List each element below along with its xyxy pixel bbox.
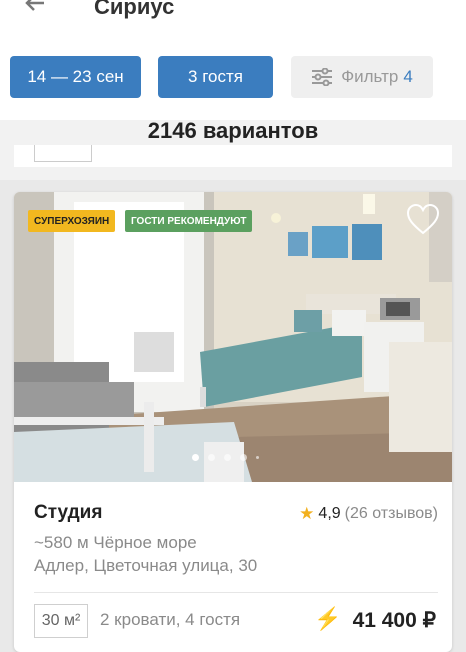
filter-button[interactable]: Фильтр 4 [291, 56, 433, 98]
listing-rating: ★ 4,9 (26 отзывов) [299, 504, 438, 524]
rating-value: 4,9 [318, 505, 341, 522]
superhost-badge: СУПЕРХОЗЯИН [28, 210, 116, 232]
filter-count: 4 [403, 67, 413, 86]
lightning-icon: ⚡ [314, 606, 342, 631]
divider [34, 592, 438, 593]
room-photo [14, 192, 452, 482]
photo-dot[interactable] [256, 456, 259, 459]
top-bar: Сириус 14 — 23 сен 3 гостя Фильтр 4 [0, 0, 466, 120]
back-arrow-icon[interactable] [22, 0, 48, 16]
photo-dot[interactable] [240, 454, 247, 461]
previous-listing-area-box [34, 145, 92, 162]
results-count: 2146 вариантов [147, 118, 319, 143]
listing-card[interactable]: СУПЕРХОЗЯИН ГОСТИ РЕКОМЕНДУЮТ Студия ★ 4… [14, 192, 452, 652]
distance-to-sea: ~580 м Чёрное море [34, 533, 197, 552]
star-icon: ★ [299, 504, 315, 523]
listing-photo[interactable]: СУПЕРХОЗЯИН ГОСТИ РЕКОМЕНДУЮТ [14, 192, 452, 482]
previous-listing-card[interactable] [14, 145, 452, 167]
reviews-count[interactable]: (26 отзывов) [345, 505, 438, 523]
heart-icon[interactable] [406, 204, 440, 236]
filter-label: Фильтр 4 [341, 67, 413, 86]
filter-sliders-icon [312, 68, 333, 86]
photo-dot[interactable] [224, 454, 231, 461]
listing-address: Адлер, Цветочная улица, 30 [34, 556, 258, 575]
beds-guests: 2 кровати, 4 гостя [100, 610, 241, 629]
guests-button[interactable]: 3 гостя [158, 56, 273, 98]
guests-recommend-badge: ГОСТИ РЕКОМЕНДУЮТ [125, 210, 253, 232]
page-title: Сириус [94, 0, 175, 19]
listing-name: Студия [34, 502, 103, 523]
listing-price: 41 400 ₽ [352, 609, 436, 632]
photo-dot[interactable] [208, 454, 215, 461]
photo-pagination [192, 454, 259, 461]
dates-button[interactable]: 14 — 23 сен [10, 56, 141, 98]
photo-dot[interactable] [192, 454, 199, 461]
area-box: 30 м² [34, 604, 88, 638]
